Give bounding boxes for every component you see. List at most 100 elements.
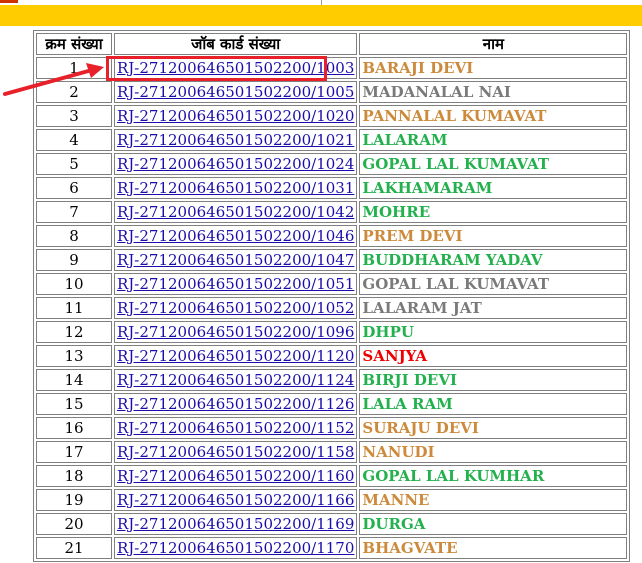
jobcard-cell: RJ-271200646501502200/1152 — [114, 417, 358, 439]
name-cell: DURGA — [359, 513, 628, 535]
jobcard-link[interactable]: RJ-271200646501502200/1042 — [117, 203, 354, 221]
serial-number-cell: 4 — [36, 129, 112, 151]
name-cell: BARAJI DEVI — [359, 57, 628, 79]
jobcard-cell: RJ-271200646501502200/1005 — [114, 81, 358, 103]
jobcard-link[interactable]: RJ-271200646501502200/1170 — [117, 539, 354, 557]
name-cell: PREM DEVI — [359, 225, 628, 247]
jobcard-link[interactable]: RJ-271200646501502200/1152 — [117, 419, 354, 437]
name-cell: DHPU — [359, 321, 628, 343]
table-row: 15 RJ-271200646501502200/1126 LALA RAM — [36, 393, 628, 415]
jobcard-cell: RJ-271200646501502200/1120 — [114, 345, 358, 367]
table-row: 2 RJ-271200646501502200/1005 MADANALAL NAI — [36, 81, 628, 103]
banner-strip — [0, 5, 642, 26]
jobcard-link[interactable]: RJ-271200646501502200/1046 — [117, 227, 354, 245]
serial-number-cell: 5 — [36, 153, 112, 175]
name-cell: LALARAM — [359, 129, 628, 151]
jobcard-cell: RJ-271200646501502200/1031 — [114, 177, 358, 199]
name-cell: BUDDHARAM YADAV — [359, 249, 628, 271]
name-cell: NANUDI — [359, 441, 628, 463]
table-row: 6 RJ-271200646501502200/1031 LAKHAMARAM — [36, 177, 628, 199]
name-cell: GOPAL LAL KUMAVAT — [359, 153, 628, 175]
table-row: 18 RJ-271200646501502200/1160 GOPAL LAL KU… — [36, 465, 628, 487]
top-banner-red-mark — [0, 0, 18, 3]
name-cell: SURAJU DEVI — [359, 417, 628, 439]
jobcard-cell: RJ-271200646501502200/1166 — [114, 489, 358, 511]
table-row: 3 RJ-271200646501502200/1020 PANNALAL KUMA… — [36, 105, 628, 127]
serial-number-cell: 16 — [36, 417, 112, 439]
jobcard-cell: RJ-271200646501502200/1170 — [114, 537, 358, 559]
name-cell: BHAGVATE — [359, 537, 628, 559]
table-row: 21 RJ-271200646501502200/1170 BHAGVATE — [36, 537, 628, 559]
serial-number-cell: 19 — [36, 489, 112, 511]
table-row: 9 RJ-271200646501502200/1047 BUDDHARAM YAD… — [36, 249, 628, 271]
serial-number-cell: 6 — [36, 177, 112, 199]
serial-number-cell: 9 — [36, 249, 112, 271]
name-cell: MOHRE — [359, 201, 628, 223]
jobcard-link[interactable]: RJ-271200646501502200/1052 — [117, 299, 354, 317]
table-row: 5 RJ-271200646501502200/1024 GOPAL LAL KUM… — [36, 153, 628, 175]
table-row: 10 RJ-271200646501502200/1051 GOPAL LAL KU… — [36, 273, 628, 295]
serial-number-cell: 15 — [36, 393, 112, 415]
serial-number-cell: 11 — [36, 297, 112, 319]
jobcard-link[interactable]: RJ-271200646501502200/1005 — [117, 83, 354, 101]
serial-number-cell: 21 — [36, 537, 112, 559]
jobcard-cell: RJ-271200646501502200/1021 — [114, 129, 358, 151]
name-cell: MANNE — [359, 489, 628, 511]
jobcard-cell: RJ-271200646501502200/1047 — [114, 249, 358, 271]
jobcard-cell: RJ-271200646501502200/1024 — [114, 153, 358, 175]
name-cell: GOPAL LAL KUMAVAT — [359, 273, 628, 295]
jobcard-cell: RJ-271200646501502200/1160 — [114, 465, 358, 487]
jobcard-link[interactable]: RJ-271200646501502200/1047 — [117, 251, 354, 269]
table-row: 7 RJ-271200646501502200/1042 MOHRE — [36, 201, 628, 223]
highlight-annotation-box — [106, 56, 327, 81]
jobcard-link[interactable]: RJ-271200646501502200/1169 — [117, 515, 354, 533]
table-row: 20 RJ-271200646501502200/1169 DURGA — [36, 513, 628, 535]
name-cell: LAKHAMARAM — [359, 177, 628, 199]
jobcard-cell: RJ-271200646501502200/1051 — [114, 273, 358, 295]
table-row: 19 RJ-271200646501502200/1166 MANNE — [36, 489, 628, 511]
jobcard-link[interactable]: RJ-271200646501502200/1166 — [117, 491, 354, 509]
header-name: नाम — [359, 33, 628, 55]
jobcard-cell: RJ-271200646501502200/1052 — [114, 297, 358, 319]
serial-number-cell: 20 — [36, 513, 112, 535]
table-row: 12 RJ-271200646501502200/1096 DHPU — [36, 321, 628, 343]
jobcard-cell: RJ-271200646501502200/1124 — [114, 369, 358, 391]
header-serial-number: क्रम संख्या — [36, 33, 112, 55]
name-cell: GOPAL LAL KUMHAR — [359, 465, 628, 487]
jobcard-link[interactable]: RJ-271200646501502200/1096 — [117, 323, 354, 341]
serial-number-cell: 12 — [36, 321, 112, 343]
jobcard-link[interactable]: RJ-271200646501502200/1021 — [117, 131, 354, 149]
jobcard-cell: RJ-271200646501502200/1169 — [114, 513, 358, 535]
serial-number-cell: 18 — [36, 465, 112, 487]
name-cell: PANNALAL KUMAVAT — [359, 105, 628, 127]
jobcard-link[interactable]: RJ-271200646501502200/1158 — [117, 443, 354, 461]
table-row: 17 RJ-271200646501502200/1158 NANUDI — [36, 441, 628, 463]
jobcard-link[interactable]: RJ-271200646501502200/1124 — [117, 371, 354, 389]
table-row: 8 RJ-271200646501502200/1046 PREM DEVI — [36, 225, 628, 247]
jobcard-link[interactable]: RJ-271200646501502200/1020 — [117, 107, 354, 125]
jobcard-link[interactable]: RJ-271200646501502200/1120 — [117, 347, 354, 365]
serial-number-cell: 7 — [36, 201, 112, 223]
table-row: 14 RJ-271200646501502200/1124 BIRJI DEVI — [36, 369, 628, 391]
jobcard-link[interactable]: RJ-271200646501502200/1024 — [117, 155, 354, 173]
table-header-row: क्रम संख्या जॉब कार्ड संख्या नाम — [36, 33, 628, 55]
name-cell: MADANALAL NAI — [359, 81, 628, 103]
name-cell: LALARAM JAT — [359, 297, 628, 319]
table-row: 4 RJ-271200646501502200/1021 LALARAM — [36, 129, 628, 151]
serial-number-cell: 3 — [36, 105, 112, 127]
jobcard-link[interactable]: RJ-271200646501502200/1031 — [117, 179, 354, 197]
jobcard-link[interactable]: RJ-271200646501502200/1051 — [117, 275, 354, 293]
jobcard-cell: RJ-271200646501502200/1042 — [114, 201, 358, 223]
jobcard-link[interactable]: RJ-271200646501502200/1160 — [117, 467, 354, 485]
serial-number-cell: 10 — [36, 273, 112, 295]
jobcard-cell: RJ-271200646501502200/1020 — [114, 105, 358, 127]
red-arrow-icon — [3, 63, 104, 96]
serial-number-cell: 14 — [36, 369, 112, 391]
jobcard-cell: RJ-271200646501502200/1158 — [114, 441, 358, 463]
name-cell: LALA RAM — [359, 393, 628, 415]
serial-number-cell: 13 — [36, 345, 112, 367]
jobcard-link[interactable]: RJ-271200646501502200/1126 — [117, 395, 354, 413]
name-cell: SANJYA — [359, 345, 628, 367]
table-row: 13 RJ-271200646501502200/1120 SANJYA — [36, 345, 628, 367]
header-jobcard-number: जॉब कार्ड संख्या — [114, 33, 358, 55]
